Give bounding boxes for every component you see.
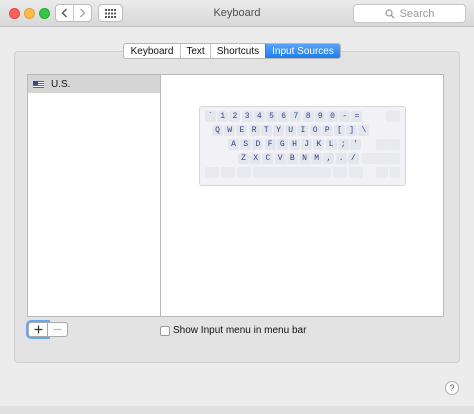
add-source-button[interactable] (28, 322, 48, 337)
blank-key (333, 167, 347, 178)
source-item-us[interactable]: U.S. (28, 75, 160, 93)
key-cap: Y (273, 125, 284, 136)
key-cap: E (236, 125, 248, 136)
input-sources-list[interactable]: U.S. (27, 74, 161, 317)
blank-key (390, 167, 400, 178)
key-cap: ' (350, 139, 361, 150)
tab-text[interactable]: Text (180, 44, 210, 58)
blank-key (386, 111, 400, 122)
key-cap: 5 (266, 111, 277, 122)
search-field[interactable]: Search (353, 4, 466, 23)
show-input-menu-option[interactable]: Show Input menu in menu bar (160, 325, 306, 336)
key-cap: V (274, 153, 286, 164)
blank-key (221, 167, 235, 178)
key-cap: - (339, 111, 351, 122)
key-cap: 9 (314, 111, 326, 122)
key-cap: Q (212, 125, 223, 136)
key-cap: U (285, 125, 297, 136)
key-cap: 8 (302, 111, 314, 122)
key-cap: C (262, 153, 274, 164)
show-input-menu-checkbox[interactable] (160, 325, 170, 336)
title-bar: Keyboard Search (0, 0, 474, 27)
key-cap: L (325, 139, 337, 150)
key-cap: B (286, 153, 298, 164)
key-cap: ; (337, 139, 349, 150)
key-cap: [ (334, 125, 345, 136)
key-cap: ` (205, 111, 216, 122)
key-cap: 1 (217, 111, 229, 122)
plus-icon (34, 325, 42, 334)
key-cap: 2 (229, 111, 241, 122)
key-cap: P (321, 125, 333, 136)
key-cap: O (309, 125, 321, 136)
key-cap: N (299, 153, 310, 164)
key-cap: F (264, 139, 276, 150)
key-cap: , (323, 153, 335, 164)
magnifier-icon (384, 8, 395, 18)
search-placeholder: Search (399, 7, 435, 20)
list-edit-buttons (28, 322, 68, 337)
key-cap: 3 (241, 111, 253, 122)
key-cap: M (311, 153, 323, 164)
blank-key (237, 167, 251, 178)
blank-key (362, 153, 400, 164)
key-cap: J (301, 139, 313, 150)
key-cap: 0 (327, 111, 338, 122)
key-cap: Z (238, 153, 249, 164)
key-cap: W (224, 125, 236, 136)
key-cap: H (289, 139, 300, 150)
tab-shortcuts[interactable]: Shortcuts (210, 44, 265, 58)
key-cap: K (313, 139, 325, 150)
key-cap: S (240, 139, 252, 150)
minus-icon (53, 328, 62, 331)
key-cap: R (248, 125, 260, 136)
tab-keyboard[interactable]: Keyboard (124, 44, 180, 58)
bottom-edge (0, 406, 474, 414)
key-cap: X (250, 153, 262, 164)
blank-key (253, 167, 331, 178)
key-cap: / (347, 153, 359, 164)
key-cap: 4 (253, 111, 265, 122)
source-item-label: U.S. (51, 78, 71, 90)
key-cap: G (276, 139, 288, 150)
key-cap: T (260, 125, 272, 136)
us-flag-icon (33, 80, 44, 88)
blank-key (205, 167, 219, 178)
key-cap: A (228, 139, 239, 150)
key-cap: \ (358, 125, 370, 136)
blank-key (376, 139, 400, 150)
key-cap: = (351, 111, 363, 122)
key-cap: I (297, 125, 309, 136)
key-cap: ] (346, 125, 358, 136)
tab-bar: Keyboard Text Shortcuts Input Sources (123, 43, 341, 59)
remove-source-button[interactable] (48, 322, 68, 337)
tab-input-sources[interactable]: Input Sources (265, 44, 340, 58)
key-cap: . (335, 153, 347, 164)
keyboard-layout-preview: ` 1 2 3 4 5 6 7 8 9 0- = Q W E R T Y U I O P[] \ A S D F G H J K L; ' Z X C… (199, 106, 406, 186)
key-cap: D (252, 139, 264, 150)
show-input-menu-label: Show Input menu in menu bar (173, 325, 307, 336)
blank-key (376, 167, 388, 178)
key-cap: 7 (290, 111, 302, 122)
key-cap: 6 (278, 111, 290, 122)
blank-key (349, 167, 363, 178)
help-button[interactable]: ? (445, 381, 459, 395)
